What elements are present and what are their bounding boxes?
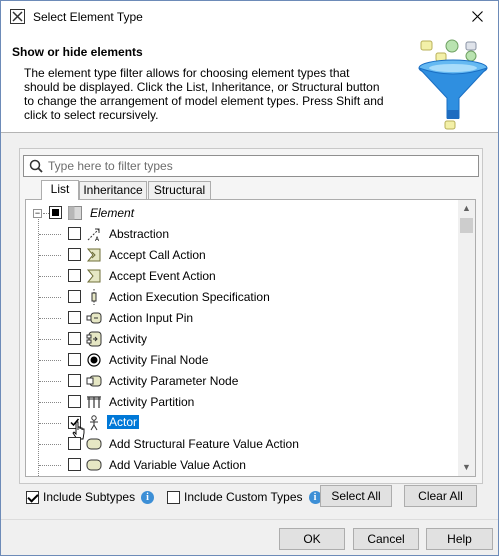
action-icon: [86, 438, 102, 450]
tab-list[interactable]: List: [41, 180, 79, 200]
include-custom-types-checkbox[interactable]: [167, 490, 180, 504]
tree-item-label: Activity Final Node: [109, 353, 209, 367]
svg-text:A: A: [95, 236, 100, 242]
tree-item-activity[interactable]: Activity: [26, 328, 458, 349]
help-button[interactable]: Help: [426, 528, 493, 550]
accept-call-action-icon: [86, 248, 101, 262]
item-checkbox[interactable]: [68, 227, 81, 240]
tree-item-label: Add Structural Feature Value Action: [109, 437, 299, 451]
dialog-header: Show or hide elements The element type f…: [1, 32, 498, 133]
app-icon: [10, 9, 25, 24]
scroll-thumb[interactable]: [460, 218, 473, 233]
tree-item-activity-parameter-node[interactable]: Activity Parameter Node: [26, 370, 458, 391]
tree-item-activity-final-node[interactable]: Activity Final Node: [26, 349, 458, 370]
item-checkbox[interactable]: [68, 458, 81, 471]
tree-item-label: Accept Event Action: [109, 269, 216, 283]
activity-final-node-icon: [87, 353, 101, 367]
title-bar: Select Element Type: [1, 1, 498, 32]
root-checkbox[interactable]: [49, 206, 62, 219]
footer-separator: [1, 519, 498, 520]
tree-item-action-execution-specification[interactable]: Action Execution Specification: [26, 286, 458, 307]
collapse-toggle[interactable]: −: [33, 209, 42, 218]
include-custom-types-label: Include Custom Types: [184, 490, 303, 504]
tree-item-label: Abstraction: [109, 227, 170, 241]
header-description: The element type filter allows for choos…: [24, 66, 384, 122]
select-element-type-dialog: Select Element Type Show or hide element…: [0, 0, 499, 556]
scroll-down-button[interactable]: ▼: [458, 459, 475, 476]
item-checkbox[interactable]: [68, 374, 81, 387]
close-icon: [471, 11, 483, 22]
cancel-button[interactable]: Cancel: [353, 528, 419, 550]
vertical-scrollbar[interactable]: ▲ ▼: [458, 200, 475, 476]
info-icon[interactable]: i: [141, 490, 155, 504]
item-checkbox[interactable]: [68, 290, 81, 303]
tree-item-abstraction[interactable]: A Abstraction: [26, 223, 458, 244]
activity-icon: [86, 331, 102, 347]
tree-item-add-variable-value-action[interactable]: Add Variable Value Action: [26, 454, 458, 475]
include-subtypes-checkbox[interactable]: [26, 490, 39, 504]
include-subtypes-label: Include Subtypes: [43, 490, 136, 504]
actor-icon: [90, 415, 98, 431]
tree-item-label: Activity Parameter Node: [109, 374, 239, 388]
tree-item-activity-partition[interactable]: Activity Partition: [26, 391, 458, 412]
tree-root-row[interactable]: − Element: [26, 202, 458, 223]
ok-button[interactable]: OK: [279, 528, 345, 550]
window-title: Select Element Type: [33, 10, 143, 24]
scroll-up-button[interactable]: ▲: [458, 200, 475, 217]
item-checkbox[interactable]: [68, 311, 81, 324]
abstraction-icon: A: [87, 228, 100, 242]
tree-item-actor[interactable]: Actor: [26, 412, 458, 440]
tree-item-label: Accept Call Action: [109, 248, 206, 262]
tree-item-label: Activity: [109, 332, 148, 346]
search-box[interactable]: [23, 155, 479, 177]
close-button[interactable]: [456, 1, 498, 32]
clear-all-button[interactable]: Clear All: [404, 485, 477, 507]
tree-item-accept-call-action[interactable]: Accept Call Action: [26, 244, 458, 265]
activity-partition-icon: [87, 396, 101, 408]
activity-parameter-node-icon: [86, 375, 102, 387]
tree-item-label: Actor: [107, 415, 140, 429]
tree-item-label: Add Variable Value Action: [109, 458, 246, 472]
search-icon: [29, 159, 43, 173]
item-checkbox[interactable]: [68, 353, 81, 366]
tree-item-label: Activity Partition: [109, 395, 195, 409]
element-icon: [68, 206, 82, 220]
tab-structural[interactable]: Structural: [148, 181, 211, 200]
item-checkbox[interactable]: [68, 395, 81, 408]
select-all-button[interactable]: Select All: [320, 485, 392, 507]
tree-item-accept-event-action[interactable]: Accept Event Action: [26, 265, 458, 286]
action-execution-spec-icon: [91, 289, 97, 305]
tree-item-label: Element: [90, 206, 135, 220]
search-input[interactable]: [48, 158, 468, 174]
item-checkbox[interactable]: [68, 437, 81, 450]
tree-item-label: Action Execution Specification: [109, 290, 270, 304]
tree-item-add-structural-feature-value-action[interactable]: Add Structural Feature Value Action: [26, 433, 458, 454]
tree-item-label: Action Input Pin: [109, 311, 194, 325]
tab-inheritance[interactable]: Inheritance: [79, 181, 147, 200]
include-subtypes-option[interactable]: Include Subtypes i: [26, 489, 155, 505]
element-type-tree: − Element A Abstraction Accept Call Acti…: [25, 199, 476, 477]
include-custom-types-option[interactable]: Include Custom Types i: [167, 489, 322, 505]
accept-event-action-icon: [86, 269, 101, 283]
item-checkbox[interactable]: [68, 269, 81, 282]
item-checkbox[interactable]: [68, 332, 81, 345]
item-checkbox[interactable]: [68, 248, 81, 261]
action-icon: [86, 459, 102, 471]
action-input-pin-icon: [86, 312, 102, 324]
tree-item-action-input-pin[interactable]: Action Input Pin: [26, 307, 458, 328]
filter-funnel-icon: [418, 39, 488, 130]
header-title: Show or hide elements: [12, 45, 143, 59]
